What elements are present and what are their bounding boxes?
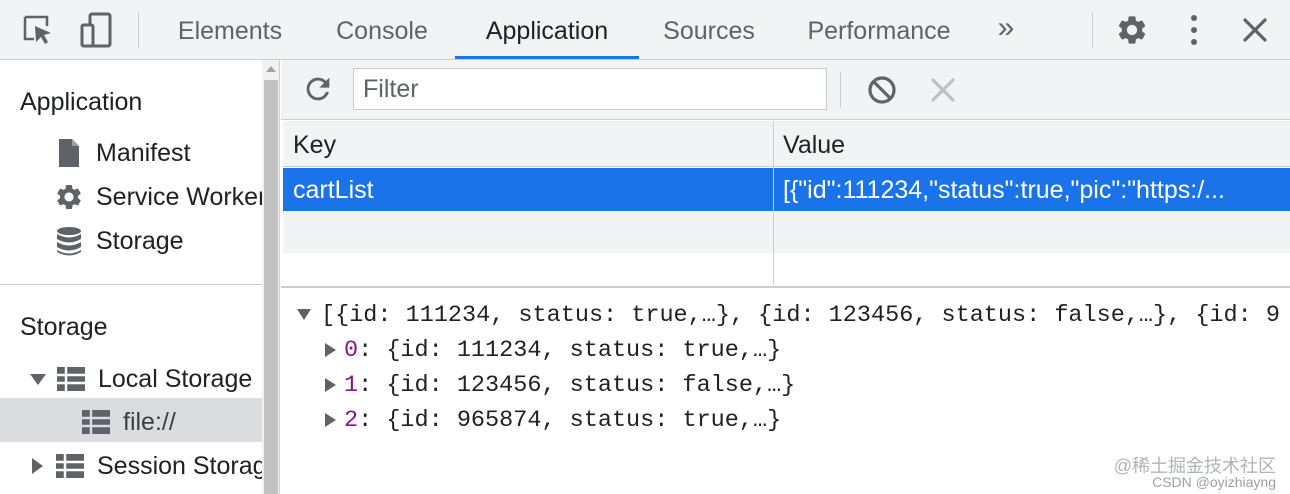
tree-root-text: [{id: 111234, status: true,…}, {id: 1234… [321, 302, 1280, 329]
table-grid-icon [56, 364, 86, 394]
watermark-main: @稀土掘金技术社区 [1113, 456, 1276, 476]
scroll-up-arrow-icon[interactable] [266, 66, 276, 72]
expand-arrow-right-icon[interactable] [325, 342, 336, 357]
close-icon[interactable] [1237, 12, 1273, 48]
storage-data-grid: Key Value cartList [{"id":111234,"status… [283, 121, 1290, 287]
sidebar-item-storage[interactable]: Storage [54, 221, 184, 261]
expand-arrow-down-icon[interactable] [30, 373, 46, 385]
sidebar-item-label: Session Storage [97, 451, 280, 480]
storage-database-icon [54, 226, 84, 256]
toolbar-separator [1092, 12, 1093, 48]
empty-table-row [283, 253, 1290, 287]
sidebar-item-local-storage[interactable]: Local Storage [30, 359, 252, 399]
tree-item[interactable]: 1: {id: 123456, status: false,…} [325, 369, 795, 403]
sidebar-item-session-storage[interactable]: Session Storage [32, 446, 280, 486]
sidebar-item-label: Local Storage [98, 364, 253, 393]
tree-item-value: : {id: 111234, status: true,…} [358, 337, 782, 364]
inspect-element-icon[interactable] [20, 12, 56, 48]
settings-gear-icon[interactable] [1114, 12, 1150, 48]
storage-toolbar [281, 60, 1290, 120]
tree-item-index: 1 [344, 372, 359, 399]
tab-elements[interactable]: Elements [160, 0, 300, 60]
tab-performance[interactable]: Performance [790, 0, 968, 60]
tree-item-value: : {id: 123456, status: false,…} [358, 372, 796, 399]
refresh-icon[interactable] [301, 72, 335, 106]
sidebar-divider [0, 284, 262, 285]
tree-item-index: 0 [344, 337, 359, 364]
tree-item[interactable]: 0: {id: 111234, status: true,…} [325, 334, 781, 368]
device-toolbar-icon[interactable] [78, 12, 114, 48]
manifest-file-icon [54, 138, 84, 168]
table-cell-value: [{"id":111234,"status":true,"pic":"https… [783, 176, 1225, 204]
column-header-value[interactable]: Value [783, 131, 845, 160]
expand-arrow-right-icon[interactable] [32, 458, 43, 474]
watermark-sub: CSDN @oyizhiayng [1152, 474, 1276, 490]
sidebar-item-label: file:// [123, 407, 176, 436]
sidebar-item-file-origin[interactable]: file:// [81, 402, 176, 442]
sidebar-item-service-workers[interactable]: Service Workers [54, 177, 279, 217]
table-grid-icon [81, 407, 111, 437]
devtools-tab-bar: Elements Console Application Sources Per… [0, 0, 1290, 60]
tab-application[interactable]: Application [455, 0, 639, 60]
tree-root[interactable]: [{id: 111234, status: true,…}, {id: 1234… [297, 299, 1280, 333]
active-tab-indicator [455, 56, 639, 59]
expand-arrow-right-icon[interactable] [325, 412, 336, 427]
service-worker-gear-icon [54, 182, 84, 212]
sidebar-item-manifest[interactable]: Manifest [54, 133, 190, 173]
tab-console[interactable]: Console [318, 0, 446, 60]
tree-item[interactable]: 2: {id: 965874, status: true,…} [325, 404, 781, 438]
column-separator[interactable] [773, 121, 774, 285]
kebab-menu-icon[interactable] [1176, 12, 1212, 48]
grid-header: Key Value [283, 121, 1290, 167]
table-row[interactable]: cartList [{"id":111234,"status":true,"pi… [283, 168, 1290, 211]
table-cell-key: cartList [293, 176, 374, 204]
filter-input[interactable] [353, 68, 827, 110]
sidebar-item-label: Manifest [96, 138, 191, 167]
table-grid-icon [55, 451, 85, 481]
delete-selected-icon[interactable] [929, 76, 957, 104]
expand-arrow-down-icon[interactable] [297, 309, 311, 321]
toolbar-separator [138, 12, 139, 48]
toolbar-separator [840, 72, 841, 108]
more-tabs-icon[interactable]: » [986, 0, 1026, 60]
clear-all-icon[interactable] [866, 74, 898, 106]
sidebar-item-label: Storage [96, 226, 184, 255]
sidebar-section-storage: Storage [20, 313, 108, 341]
empty-table-row [283, 211, 1290, 253]
tree-item-index: 2 [344, 407, 359, 434]
watermark: @稀土掘金技术社区 CSDN @oyizhiayng [1113, 456, 1276, 490]
expand-arrow-right-icon[interactable] [325, 377, 336, 392]
application-sidebar: Application Manifest Service Workers Sto… [0, 60, 280, 494]
tree-item-value: : {id: 965874, status: true,…} [358, 407, 782, 434]
column-header-key[interactable]: Key [293, 131, 336, 160]
sidebar-section-application: Application [20, 88, 143, 116]
sidebar-item-label: Service Workers [96, 182, 279, 211]
tab-sources[interactable]: Sources [648, 0, 770, 60]
sidebar-scrollbar-thumb[interactable] [264, 80, 278, 494]
